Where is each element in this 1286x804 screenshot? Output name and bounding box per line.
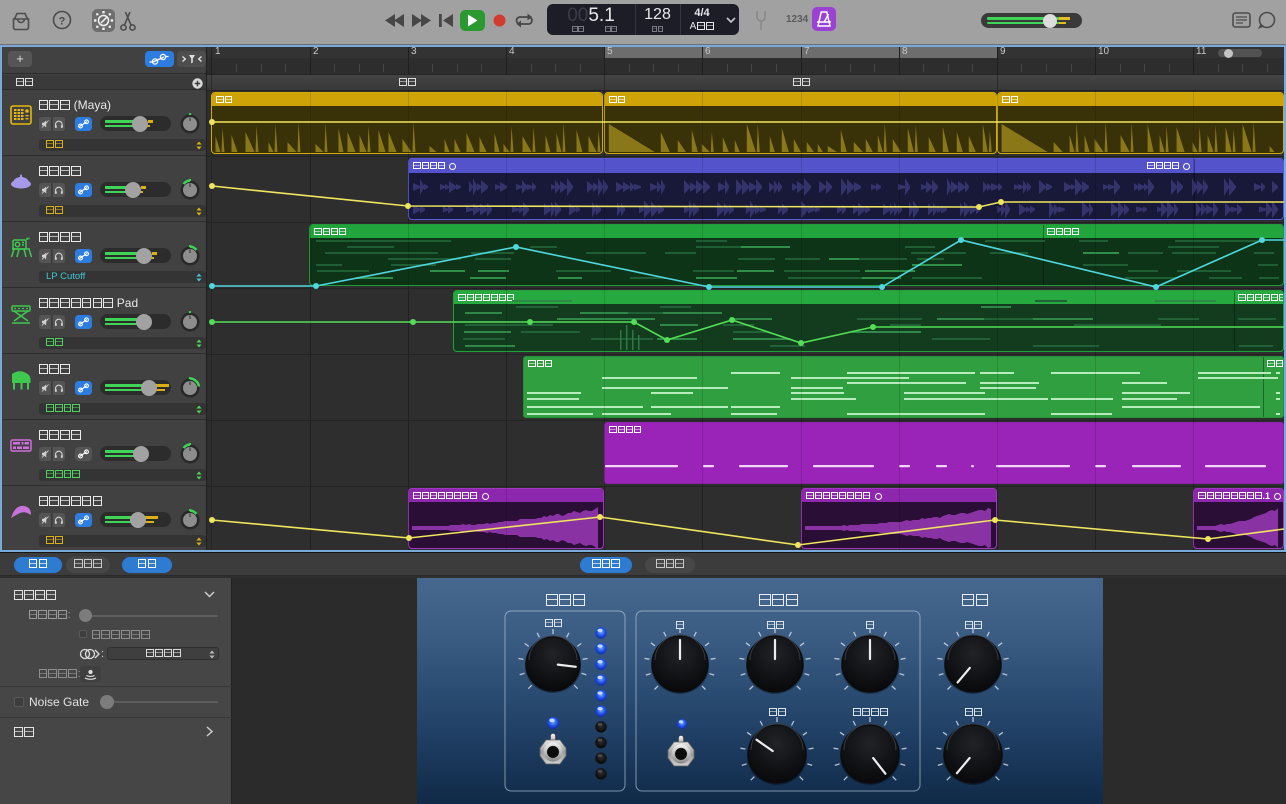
svg-text:?: ? (59, 16, 66, 28)
